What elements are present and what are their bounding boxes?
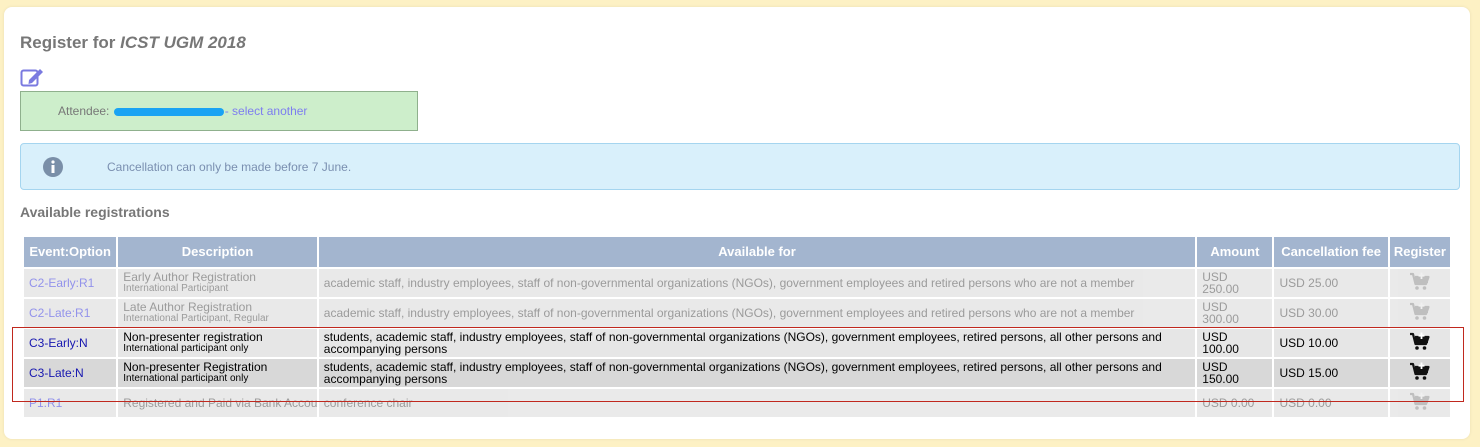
cancellation-fee-cell: USD 0.00	[1274, 389, 1388, 417]
description-subtitle: International participant only	[123, 343, 249, 354]
description-cell: Registered and Paid via Bank Account	[118, 389, 317, 417]
col-header-event-option: Event:Option	[24, 237, 117, 267]
add-to-cart-icon[interactable]	[1409, 362, 1431, 382]
available-for-cell: students, academic staff, industry emplo…	[318, 329, 1196, 357]
info-icon	[43, 157, 63, 177]
add-to-cart-icon	[1409, 392, 1431, 412]
cancellation-notice: Cancellation can only be made before 7 J…	[20, 143, 1460, 190]
register-cell	[1389, 269, 1450, 297]
description-title: Non-presenter registration	[123, 330, 263, 344]
description-subtitle: International Participant, Regular	[123, 313, 269, 324]
description-cell: Late Author Registration International Pa…	[118, 299, 317, 327]
table-row: C3-Late:N Non-presenter Registration Inter…	[24, 359, 1450, 387]
description-subtitle: International participant only	[123, 373, 249, 384]
attendee-line: Attendee: - select another	[58, 104, 307, 118]
description-cell: Non-presenter Registration International …	[118, 359, 317, 387]
description-cell: Non-presenter registration International …	[118, 329, 317, 357]
register-cell	[1389, 329, 1450, 357]
attendee-box: Attendee: - select another	[20, 91, 418, 131]
col-header-register: Register	[1389, 237, 1450, 267]
section-title: Available registrations	[20, 204, 170, 220]
register-cell	[1389, 389, 1450, 417]
cancellation-fee-cell: USD 10.00	[1274, 329, 1388, 357]
amount-cell: USD 250.00	[1197, 269, 1273, 297]
table-header-row: Event:Option Description Available for A…	[24, 237, 1450, 267]
conference-name: ICST UGM 2018	[120, 33, 246, 52]
event-option-code: P1:R1	[24, 389, 117, 417]
col-header-description: Description	[118, 237, 317, 267]
table-row: C2-Early:R1 Early Author Registration Inte…	[24, 269, 1450, 297]
page-title: Register for ICST UGM 2018	[20, 33, 246, 53]
redacted-attendee-name	[113, 107, 224, 116]
event-option-code: C2-Early:R1	[24, 269, 117, 297]
description-title: Non-presenter Registration	[123, 360, 268, 374]
available-for-cell: students, academic staff, industry emplo…	[318, 359, 1196, 387]
col-header-available-for: Available for	[318, 237, 1196, 267]
available-for-cell: academic staff, industry employees, staf…	[318, 299, 1196, 327]
col-header-amount: Amount	[1197, 237, 1273, 267]
title-prefix: Register for	[20, 33, 121, 52]
register-cell	[1389, 299, 1450, 327]
event-option-code: C3-Late:N	[24, 359, 117, 387]
edit-pencil-icon[interactable]	[20, 66, 44, 88]
description-title: Early Author Registration	[123, 270, 256, 284]
table-row: C3-Early:N Non-presenter registration Inte…	[24, 329, 1450, 357]
amount-cell: USD 150.00	[1197, 359, 1273, 387]
description-title: Registered and Paid via Bank Account	[123, 396, 317, 410]
registrations-table: Event:Option Description Available for A…	[22, 235, 1452, 419]
cancellation-fee-cell: USD 25.00	[1274, 269, 1388, 297]
description-subtitle: International Participant	[123, 283, 229, 294]
table-row: P1:R1 Registered and Paid via Bank Accoun…	[24, 389, 1450, 417]
event-option-code: C2-Late:R1	[24, 299, 117, 327]
add-to-cart-icon	[1409, 302, 1431, 322]
add-to-cart-icon[interactable]	[1409, 332, 1431, 352]
cancellation-fee-cell: USD 30.00	[1274, 299, 1388, 327]
attendee-label: Attendee:	[58, 104, 113, 118]
description-title: Late Author Registration	[123, 300, 252, 314]
available-for-cell: academic staff, industry employees, staf…	[318, 269, 1196, 297]
register-cell	[1389, 359, 1450, 387]
notice-text: Cancellation can only be made before 7 J…	[107, 160, 352, 174]
table-row: C2-Late:R1 Late Author Registration Intern…	[24, 299, 1450, 327]
col-header-cancellation-fee: Cancellation fee	[1274, 237, 1388, 267]
amount-cell: USD 300.00	[1197, 299, 1273, 327]
event-option-code: C3-Early:N	[24, 329, 117, 357]
amount-cell: USD 0.00	[1197, 389, 1273, 417]
add-to-cart-icon	[1409, 272, 1431, 292]
cancellation-fee-cell: USD 15.00	[1274, 359, 1388, 387]
description-cell: Early Author Registration International P…	[118, 269, 317, 297]
available-for-cell: conference chair	[318, 389, 1196, 417]
amount-cell: USD 100.00	[1197, 329, 1273, 357]
select-another-link[interactable]: - select another	[225, 104, 308, 118]
